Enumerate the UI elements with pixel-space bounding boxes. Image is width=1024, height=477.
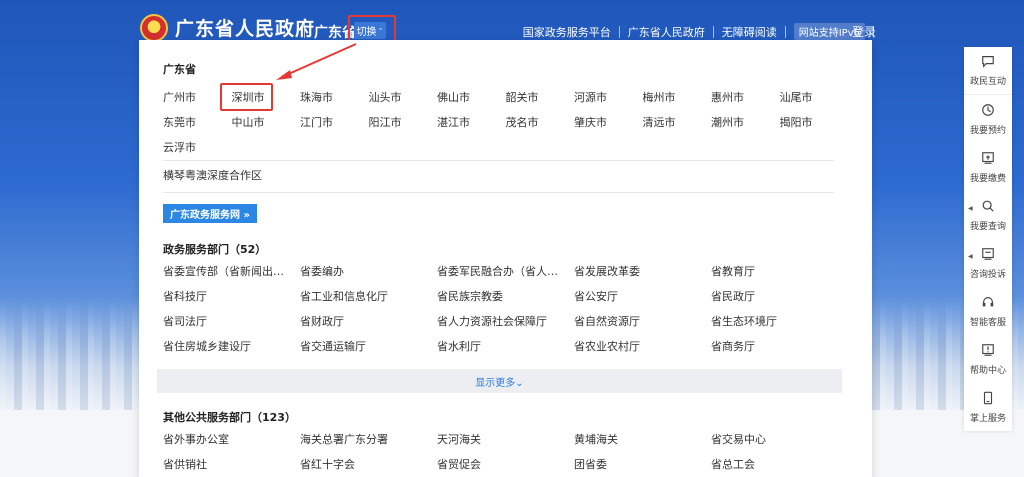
dept-link[interactable]: 省公安厅	[574, 289, 711, 305]
city-link[interactable]: 中山市	[232, 115, 301, 131]
show-more-button[interactable]: 显示更多⌄	[157, 369, 842, 393]
gov-dept-list: 省委宣传部（省新闻出版... 省委编办 省委军民融合办（省人防... 省发展改革委 省教…	[163, 264, 853, 355]
payment-icon	[981, 151, 995, 171]
side-item[interactable]: 我要查询 ◀	[964, 191, 1012, 239]
chat-icon	[981, 54, 995, 74]
message-icon	[981, 247, 995, 267]
link-accessibility[interactable]: 无障碍阅读	[714, 24, 785, 40]
other-dept-list: 省外事办公室 海关总署广东分署 天河海关 黄埔海关 省交易中心省供销社 省红十字会 省贸促会…	[163, 432, 853, 473]
side-item-label: 我要查询	[969, 221, 1006, 232]
dept-link[interactable]: 省委宣传部（省新闻出版...	[163, 264, 300, 280]
help-icon	[981, 343, 995, 363]
city-link[interactable]: 韶关市	[506, 90, 575, 106]
side-item-label: 掌上服务	[969, 413, 1006, 424]
dept-link[interactable]: 团省委	[574, 457, 711, 473]
dept-link[interactable]: 海关总署广东分署	[300, 432, 437, 448]
province-label: 广东省	[163, 63, 196, 76]
dept-link[interactable]: 省交易中心	[711, 432, 848, 448]
city-link[interactable]: 珠海市	[300, 90, 369, 106]
dept-link[interactable]: 省委军民融合办（省人防...	[437, 264, 574, 280]
divider	[163, 160, 834, 161]
mobile-icon	[981, 391, 995, 411]
dept-link[interactable]: 省住房城乡建设厅	[163, 339, 300, 355]
login-link[interactable]: 登录	[852, 23, 876, 40]
side-item[interactable]: 掌上服务	[964, 383, 1012, 431]
search-icon	[981, 199, 995, 219]
city-link[interactable]: 茂名市	[506, 115, 575, 131]
city-link[interactable]: 江门市	[300, 115, 369, 131]
dept-link[interactable]: 省自然资源厅	[574, 314, 711, 330]
dept-link[interactable]: 省人力资源社会保障厅	[437, 314, 574, 330]
caret-left-icon: ◀	[968, 205, 973, 212]
dept-link[interactable]: 省供销社	[163, 457, 300, 473]
city-link[interactable]: 潮州市	[711, 115, 780, 131]
title-divider	[304, 22, 305, 38]
clock-icon	[981, 103, 995, 123]
dept-link[interactable]: 省教育厅	[711, 264, 848, 280]
dept-link[interactable]: 省水利厅	[437, 339, 574, 355]
side-item-label: 智能客服	[969, 317, 1006, 328]
side-item[interactable]: 我要预约	[964, 95, 1012, 143]
side-item[interactable]: 智能客服	[964, 287, 1012, 335]
annotation-highlight-switch	[348, 15, 396, 42]
dept-link[interactable]: 天河海关	[437, 432, 574, 448]
right-float-toolbar: 政民互动我要预约我要缴费我要查询 ◀ 咨询投诉 ◀ 智能客服帮助中心掌上服务	[964, 47, 1012, 431]
city-link[interactable]: 清远市	[643, 115, 712, 131]
city-link[interactable]: 惠州市	[711, 90, 780, 106]
side-item[interactable]: 帮助中心	[964, 335, 1012, 383]
side-item[interactable]: 咨询投诉 ◀	[964, 239, 1012, 287]
annotation-highlight-city	[220, 83, 273, 111]
top-nav-links: 国家政务服务平台 广东省人民政府 无障碍阅读 网站支持IPv6	[515, 23, 874, 40]
dept-link[interactable]: 省财政厅	[300, 314, 437, 330]
dept-link[interactable]: 省贸促会	[437, 457, 574, 473]
dept-link[interactable]: 省总工会	[711, 457, 848, 473]
city-link[interactable]: 汕尾市	[780, 90, 849, 106]
dept-link[interactable]: 省委编办	[300, 264, 437, 280]
side-item-label: 帮助中心	[969, 365, 1006, 376]
side-item-label: 政民互动	[969, 77, 1006, 87]
dept-link[interactable]: 省工业和信息化厅	[300, 289, 437, 305]
dept-link[interactable]: 省司法厅	[163, 314, 300, 330]
dept-link[interactable]: 省外事办公室	[163, 432, 300, 448]
link-provincial-government[interactable]: 广东省人民政府	[620, 24, 713, 40]
side-item[interactable]: 我要缴费	[964, 143, 1012, 191]
other-dept-section-title: 其他公共服务部门（123）	[163, 411, 296, 424]
city-link[interactable]: 云浮市	[163, 140, 232, 156]
side-item-label: 我要预约	[969, 125, 1006, 136]
dept-link[interactable]: 黄埔海关	[574, 432, 711, 448]
city-link[interactable]: 汕头市	[369, 90, 438, 106]
headset-icon	[981, 295, 995, 315]
link-divider	[784, 25, 786, 38]
city-link[interactable]: 湛江市	[437, 115, 506, 131]
dept-link[interactable]: 省民政厅	[711, 289, 848, 305]
caret-left-icon: ◀	[968, 253, 973, 260]
dept-link[interactable]: 省民族宗教委	[437, 289, 574, 305]
cooperation-zone-link[interactable]: 横琴粤澳深度合作区	[163, 167, 262, 183]
side-item-label: 我要缴费	[969, 173, 1006, 184]
link-national-platform[interactable]: 国家政务服务平台	[515, 24, 619, 40]
guangdong-gov-service-button[interactable]: 广东政务服务网 »	[163, 204, 257, 223]
dept-link[interactable]: 省发展改革委	[574, 264, 711, 280]
dept-link[interactable]: 省红十字会	[300, 457, 437, 473]
dept-link[interactable]: 省科技厅	[163, 289, 300, 305]
dept-link[interactable]: 省交通运输厅	[300, 339, 437, 355]
divider	[163, 192, 834, 193]
city-link[interactable]: 佛山市	[437, 90, 506, 106]
gov-dept-section-title: 政务服务部门（52）	[163, 243, 267, 256]
dept-link[interactable]: 省生态环境厅	[711, 314, 848, 330]
city-link[interactable]: 揭阳市	[780, 115, 849, 131]
dept-link[interactable]: 省农业农村厅	[574, 339, 711, 355]
city-link[interactable]: 阳江市	[369, 115, 438, 131]
side-item[interactable]: 政民互动	[964, 47, 1012, 95]
site-title[interactable]: 广东省人民政府	[175, 14, 315, 41]
annotation-arrow	[276, 43, 357, 80]
city-link[interactable]: 肇庆市	[574, 115, 643, 131]
side-item-label: 咨询投诉	[969, 269, 1006, 280]
city-link[interactable]: 梅州市	[643, 90, 712, 106]
dept-link[interactable]: 省商务厅	[711, 339, 848, 355]
region-switch-panel: 广东省 广州市 深圳市 珠海市 汕头市 佛山市 韶关市 河源市 梅州市 惠州市 汕尾市 东莞市 中山市…	[139, 40, 872, 477]
city-link[interactable]: 东莞市	[163, 115, 232, 131]
city-link[interactable]: 河源市	[574, 90, 643, 106]
national-emblem-logo	[140, 14, 168, 42]
